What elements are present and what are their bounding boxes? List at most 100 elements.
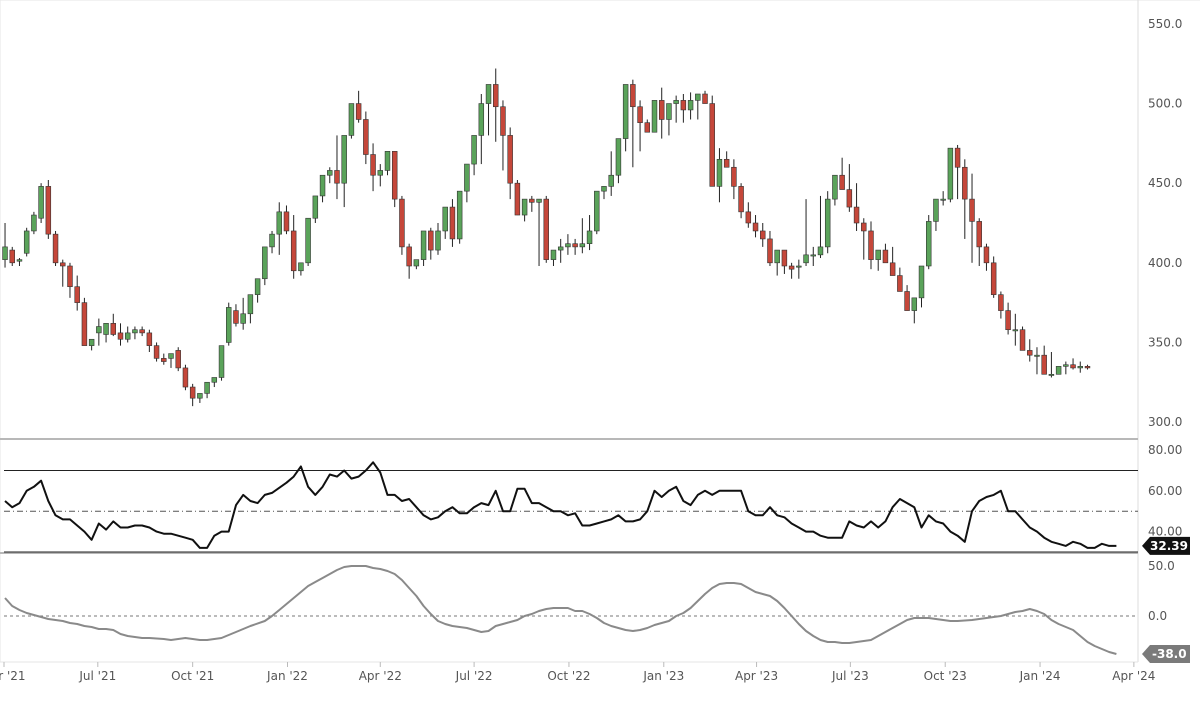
candle-body: [767, 238, 773, 264]
candle-body: [493, 84, 499, 108]
price-axis-tick-label: 400.0: [1148, 256, 1182, 270]
candle-body: [276, 211, 282, 235]
candle-body: [319, 174, 326, 197]
candle-body: [680, 100, 687, 111]
candle-body: [370, 154, 376, 176]
candle-body: [420, 230, 427, 260]
candle-body: [67, 265, 73, 288]
x-axis-tick-label: Oct '21: [171, 669, 214, 683]
oscillator-1-tick-label: 60.00: [1148, 484, 1182, 498]
candle-body: [478, 103, 485, 136]
x-axis-tick-label: Jan '22: [266, 669, 308, 683]
candle-body: [348, 103, 355, 136]
candle-body: [1055, 366, 1062, 375]
candle-body: [81, 302, 88, 346]
candle-body: [630, 84, 636, 108]
candle-body: [218, 345, 225, 378]
x-axis: Apr '21 Jul '21 Oct '21 Jan '22 Apr '22 Jul '…: [0, 662, 1155, 683]
x-axis-tick-label: Apr '22: [359, 669, 402, 683]
candle-body: [175, 350, 181, 369]
last-price-label: 333.9: [1152, 0, 1190, 3]
candle-body: [262, 246, 268, 280]
chart-container: 550.0 500.0 450.0 400.0 350.0 300.0 333.9 80.0…: [0, 0, 1200, 702]
candle-body: [74, 286, 80, 303]
candle-body: [745, 211, 752, 224]
candle-body: [428, 230, 434, 251]
candle-body: [45, 186, 52, 235]
candle-body: [153, 345, 160, 359]
oscillator-1-tick-label: 40.00: [1148, 525, 1182, 539]
candle-body: [168, 353, 174, 359]
candle-body: [146, 332, 153, 346]
candle-body: [543, 198, 549, 260]
candle-body: [298, 262, 304, 272]
candle-body: [832, 174, 838, 200]
candle-body: [341, 135, 347, 184]
candle-body: [839, 174, 845, 190]
candle-body: [413, 259, 420, 267]
x-axis-tick-label: Apr '21: [0, 669, 26, 683]
candle-body: [803, 254, 809, 264]
candle-body: [117, 332, 124, 340]
candle-body: [442, 206, 448, 232]
candle-body: [247, 294, 254, 315]
candle-body: [182, 367, 189, 388]
candle-body: [1012, 329, 1019, 332]
candle-body: [269, 233, 275, 248]
candle-body: [594, 190, 600, 232]
candle-body: [774, 249, 780, 264]
x-axis-tick-label: Apr '24: [1112, 669, 1155, 683]
candle-body: [1077, 366, 1083, 369]
x-axis-tick-label: Jul '23: [831, 669, 869, 683]
candle-body: [226, 307, 232, 343]
candle-body: [911, 297, 918, 311]
candle-body: [435, 230, 441, 251]
candle-body: [312, 195, 319, 219]
candle-body: [673, 100, 679, 104]
candle-body: [327, 170, 333, 176]
candle-body: [290, 230, 297, 272]
x-axis-tick-label: Oct '23: [924, 669, 967, 683]
candle-body: [940, 198, 946, 201]
candle-body: [161, 358, 167, 362]
candle-body: [695, 93, 701, 101]
candle-body: [355, 103, 362, 120]
candle-body: [1019, 329, 1026, 351]
candle-body: [2, 246, 8, 260]
candle-body: [96, 326, 102, 334]
candle-body: [853, 206, 860, 224]
candle-body: [954, 147, 961, 168]
candle-body: [334, 170, 340, 184]
candle-body: [897, 275, 903, 292]
oscillator-2-tick-label: 0.0: [1148, 609, 1167, 623]
candle-body: [485, 84, 492, 104]
price-axis-tick-label: 300.0: [1148, 415, 1182, 429]
candle-body: [760, 230, 766, 240]
candle-body: [521, 198, 528, 216]
x-axis-tick-label: Jul '21: [78, 669, 116, 683]
candle-body: [1070, 364, 1076, 369]
candle-body: [976, 221, 982, 248]
candle-body: [716, 158, 723, 187]
candle-body: [781, 249, 788, 267]
candle-body: [615, 138, 622, 176]
candle-body: [990, 262, 997, 295]
candle-body: [1005, 310, 1011, 331]
candle-body: [752, 222, 759, 232]
candle-body: [377, 170, 384, 176]
x-axis-tick-label: Jan '24: [1019, 669, 1061, 683]
candle-body: [572, 243, 578, 248]
candle-body: [514, 182, 521, 216]
candle-body: [861, 222, 867, 232]
candle-body: [363, 119, 369, 155]
candle-body: [124, 332, 131, 340]
candle-body: [88, 338, 95, 346]
oscillator-1-value-label: 32.39: [1150, 539, 1188, 553]
candle-body: [969, 198, 975, 222]
candle-body: [998, 294, 1004, 311]
candle-body: [240, 313, 246, 324]
candle-body: [889, 262, 896, 276]
candle-body: [9, 249, 15, 264]
candle-body: [1063, 364, 1069, 367]
stock-chart: 550.0 500.0 450.0 400.0 350.0 300.0 333.9 80.0…: [0, 0, 1200, 683]
